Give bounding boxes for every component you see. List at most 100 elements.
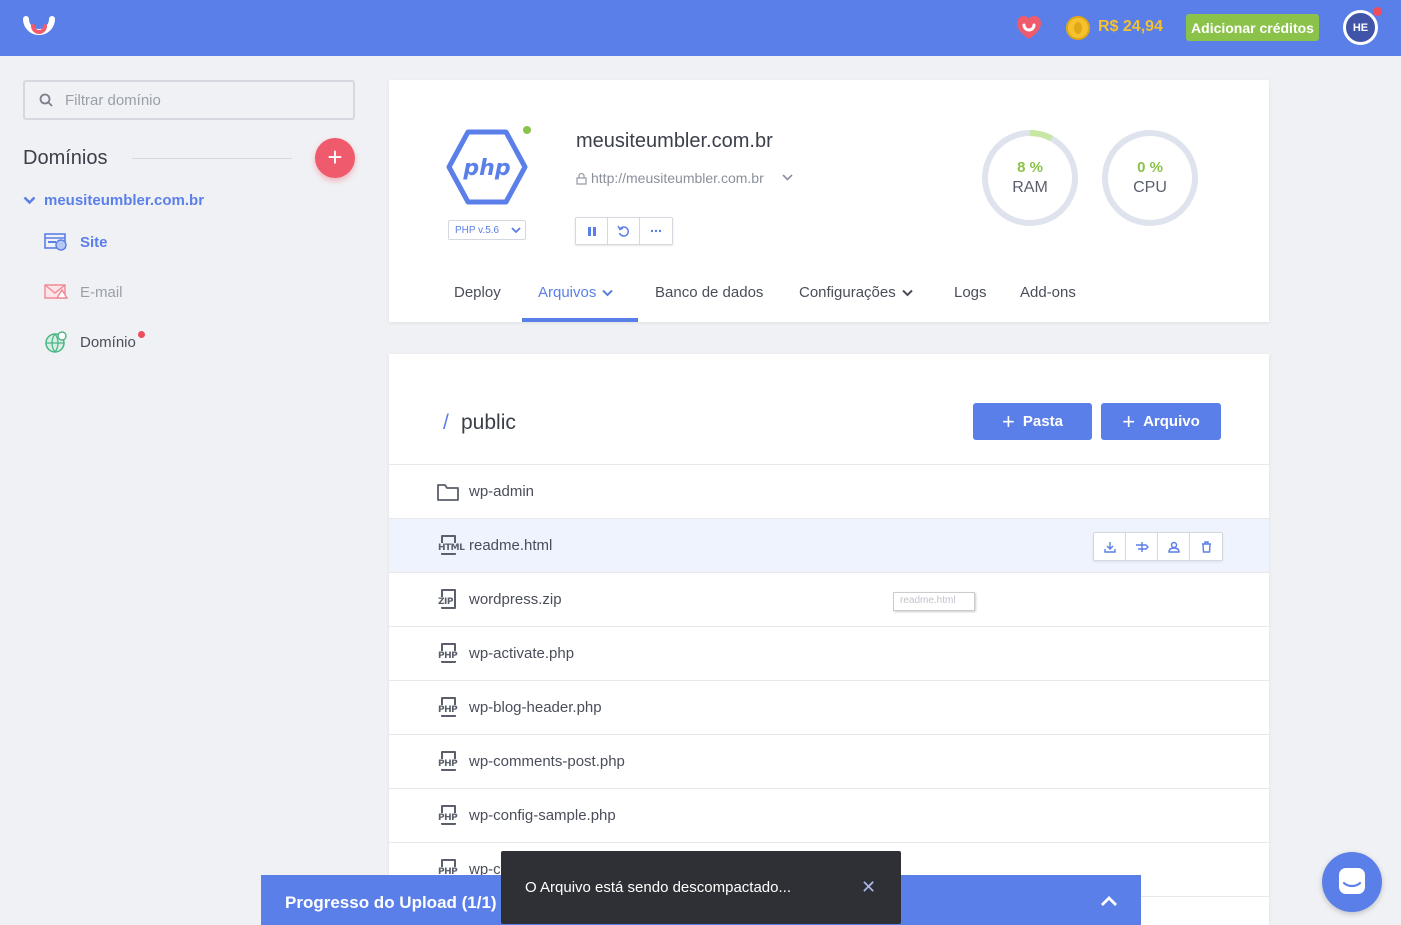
file-row[interactable]: PHP wp-config-sample.php xyxy=(389,788,1269,842)
restart-button[interactable] xyxy=(608,218,640,244)
domain-name: meusiteumbler.com.br xyxy=(44,192,205,209)
email-icon xyxy=(44,284,68,299)
file-name: wordpress.zip xyxy=(469,591,562,608)
app-title: meusiteumbler.com.br xyxy=(576,130,773,152)
html-file-icon: HTML xyxy=(437,534,466,557)
sidebar-item-domain[interactable]: Domínio xyxy=(44,330,155,353)
php-version-select[interactable]: PHP v.5.6 xyxy=(448,220,526,240)
tab-banco-de-dados[interactable]: Banco de dados xyxy=(655,284,763,301)
app-controls xyxy=(575,217,673,245)
sidebar-item-site[interactable]: Site xyxy=(44,231,108,253)
file-name: wp-activate.php xyxy=(469,645,575,662)
lock-icon xyxy=(576,172,587,185)
tab-add-ons[interactable]: Add-ons xyxy=(1020,284,1076,301)
alert-dot xyxy=(137,330,145,338)
heart-icon[interactable] xyxy=(1016,15,1042,41)
file-name: wp-comments-post.php xyxy=(469,753,625,770)
ram-gauge xyxy=(982,130,1078,226)
restart-icon xyxy=(617,225,629,237)
chevron-down-icon xyxy=(782,174,793,181)
chevron-up-icon[interactable] xyxy=(1099,891,1119,911)
file-name: readme.html xyxy=(469,537,553,554)
tab-configuracoes[interactable]: Configurações xyxy=(799,284,913,301)
current-path[interactable]: public xyxy=(461,411,516,435)
top-bar: R$ 24,94 Adicionar créditos HE xyxy=(0,0,1401,56)
php-file-icon: PHP xyxy=(437,696,459,719)
row-actions xyxy=(1093,532,1223,561)
plus-icon: + xyxy=(1122,408,1136,434)
plus-icon: + xyxy=(1002,408,1015,434)
domain-item[interactable]: meusiteumbler.com.br xyxy=(23,192,204,209)
sidebar-item-email[interactable]: E-mail xyxy=(44,281,123,303)
move-icon xyxy=(1135,541,1149,552)
umbler-logo[interactable] xyxy=(22,11,56,43)
chat-button[interactable] xyxy=(1322,852,1382,912)
tab-label: Add-ons xyxy=(1020,284,1076,301)
tab-arquivos[interactable]: Arquivos xyxy=(538,284,614,301)
new-file-button[interactable]: + Arquivo xyxy=(1101,403,1221,440)
path-separator: / xyxy=(443,411,449,434)
credit-balance: R$ 24,94 xyxy=(1098,18,1163,35)
sidebar-item-label: Domínio xyxy=(80,333,136,351)
chat-icon xyxy=(1339,868,1365,894)
move-button[interactable] xyxy=(1126,533,1158,560)
chevron-down-icon xyxy=(902,289,913,296)
toast-message: O Arquivo está sendo descompactado... xyxy=(525,879,791,896)
php-version-label: PHP v.5.6 xyxy=(455,224,500,236)
tab-label: Banco de dados xyxy=(655,284,764,301)
new-folder-button[interactable]: + Pasta xyxy=(973,403,1092,440)
tab-deploy[interactable]: Deploy xyxy=(454,284,501,301)
file-name: wp-admin xyxy=(469,483,535,500)
folder-icon xyxy=(437,481,459,503)
search-icon xyxy=(39,93,53,107)
download-icon xyxy=(1103,541,1116,553)
file-row[interactable]: PHP wp-comments-post.php xyxy=(389,734,1269,788)
tab-label: Logs xyxy=(954,284,987,301)
upload-title: Progresso do Upload (1/1) xyxy=(285,893,497,912)
download-button[interactable] xyxy=(1094,533,1126,560)
sidebar-item-label: E-mail xyxy=(80,283,123,301)
domain-search[interactable] xyxy=(23,80,355,120)
file-row[interactable]: PHP wp-blog-header.php xyxy=(389,680,1269,734)
cpu-label: CPU xyxy=(1133,179,1167,196)
chevron-down-icon xyxy=(511,226,521,233)
close-icon[interactable]: ✕ xyxy=(861,878,876,896)
php-logo: php xyxy=(446,129,528,205)
add-domain-button[interactable]: + xyxy=(315,138,355,178)
new-folder-label: Pasta xyxy=(1022,413,1063,430)
file-row[interactable]: wp-admin xyxy=(389,464,1269,518)
trash-icon xyxy=(1201,540,1211,553)
status-dot xyxy=(523,126,531,134)
cpu-value: 0 % xyxy=(1137,159,1163,176)
delete-button[interactable] xyxy=(1190,533,1222,560)
site-icon xyxy=(44,233,67,251)
tab-label: Configurações xyxy=(799,284,896,301)
php-file-icon: PHP xyxy=(437,750,459,773)
file-row[interactable]: PHP wp-activate.php xyxy=(389,626,1269,680)
more-icon xyxy=(650,229,662,233)
toast-notification: O Arquivo está sendo descompactado... ✕ xyxy=(501,851,901,924)
tab-logs[interactable]: Logs xyxy=(954,284,987,301)
notification-dot xyxy=(1373,7,1382,16)
new-file-label: Arquivo xyxy=(1143,413,1200,430)
zip-file-icon: ZIP xyxy=(437,588,459,611)
chevron-down-icon xyxy=(23,196,36,205)
avatar[interactable]: HE xyxy=(1343,10,1378,45)
active-tab-indicator xyxy=(522,318,638,322)
tab-label: Deploy xyxy=(454,284,501,301)
file-tooltip: readme.html xyxy=(893,592,975,611)
domains-heading: Domínios xyxy=(23,147,108,169)
add-credits-button[interactable]: Adicionar créditos xyxy=(1186,14,1319,41)
domain-search-input[interactable] xyxy=(65,90,345,110)
permissions-button[interactable] xyxy=(1158,533,1190,560)
app-url-text: http://meusiteumbler.com.br xyxy=(591,170,764,186)
more-button[interactable] xyxy=(640,218,672,244)
pause-button[interactable] xyxy=(576,218,608,244)
ram-label: RAM xyxy=(1012,179,1048,196)
pause-icon xyxy=(587,226,596,236)
app-url[interactable]: http://meusiteumbler.com.br xyxy=(576,170,794,186)
permission-icon xyxy=(1167,541,1180,553)
php-file-icon: PHP xyxy=(437,804,459,827)
file-row[interactable]: ZIP wordpress.zip xyxy=(389,572,1269,626)
file-name: wp-blog-header.php xyxy=(469,699,602,716)
